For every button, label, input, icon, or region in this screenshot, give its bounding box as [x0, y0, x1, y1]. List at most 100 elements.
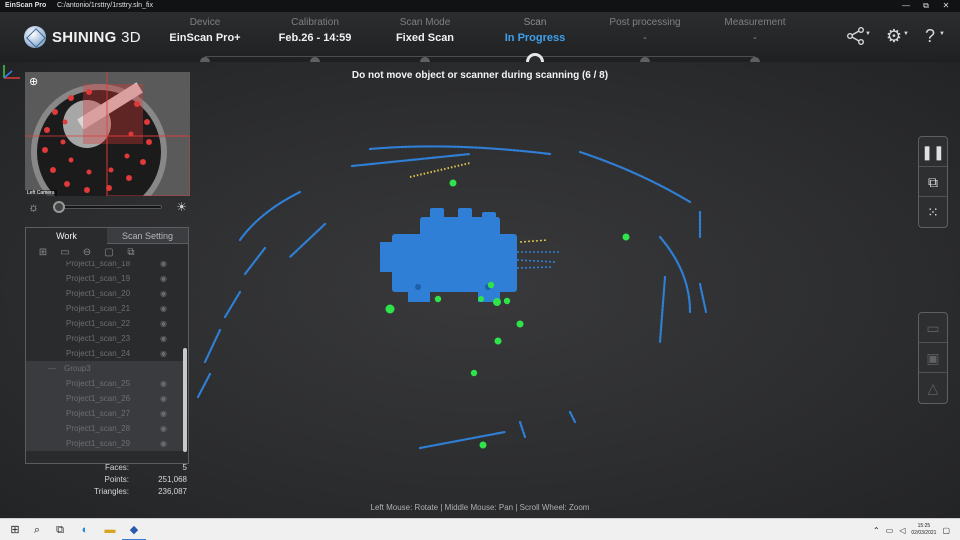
merge-icon[interactable]: ⧉ — [124, 247, 138, 258]
left-camera-preview[interactable]: ⊕ Left Camera — [25, 72, 190, 196]
list-scrollbar[interactable] — [183, 348, 187, 452]
open-folder-icon[interactable]: ▭ — [919, 313, 947, 343]
step-label: Scan Mode — [399, 17, 451, 28]
tab-scan-setting[interactable]: Scan Setting — [107, 228, 188, 244]
eye-icon[interactable]: ◉ — [160, 286, 167, 301]
list-item[interactable]: Project1_scan_28 ◉ — [26, 421, 184, 436]
list-item[interactable]: Project1_scan_25 ◉ — [26, 376, 184, 391]
slider-thumb[interactable] — [53, 201, 65, 213]
network-icon[interactable]: ▭ — [886, 526, 894, 535]
list-item-name: Project1_scan_29 — [66, 439, 131, 448]
step-device[interactable]: Device EinScan Pro+ — [150, 17, 260, 67]
step-scan-mode[interactable]: Scan Mode Fixed Scan — [370, 17, 480, 67]
pause-icon[interactable]: ❚❚ — [919, 137, 947, 167]
share-icon[interactable]: ▼ — [842, 24, 871, 48]
list-item-name: Project1_scan_27 — [66, 409, 131, 418]
list-item[interactable]: Project1_scan_18 ◉ — [26, 261, 184, 271]
step-post-processing[interactable]: Post processing - — [590, 17, 700, 67]
brightness-slider[interactable]: ☼ ☀ — [25, 200, 190, 214]
restore-button[interactable]: ⧉ — [916, 0, 936, 12]
3d-viewport[interactable]: Do not move object or scanner during sca… — [0, 62, 960, 518]
mouse-help-text: Left Mouse: Rotate | Middle Mouse: Pan |… — [370, 503, 590, 512]
volume-icon[interactable]: ◁ — [899, 526, 905, 535]
work-panel: Work Scan Setting ⊞ ▭ ⊖ ▢ ⧉ Project1_sca… — [25, 227, 189, 464]
eye-icon[interactable]: ◉ — [160, 331, 167, 346]
minimize-button[interactable]: — — [896, 0, 916, 12]
list-item[interactable]: Project1_scan_19 ◉ — [26, 271, 184, 286]
list-item-name: Project1_scan_28 — [66, 424, 131, 433]
close-button[interactable]: ✕ — [936, 0, 956, 12]
header: SHINING 3D Device EinScan Pro+ Calibrati… — [0, 12, 960, 71]
point-cloud-icon[interactable]: ⁙ — [919, 197, 947, 227]
eye-icon[interactable]: ◉ — [160, 271, 167, 286]
title-bar: EinScan Pro C:/antonio/1rsttry/1rsttry.s… — [0, 0, 960, 12]
step-scan[interactable]: Scan In Progress — [480, 17, 590, 71]
step-value: EinScan Pro+ — [169, 32, 241, 44]
eye-icon[interactable]: ◉ — [160, 261, 167, 271]
gear-icon[interactable]: ⚙ ▼ — [880, 24, 909, 48]
save-icon[interactable]: ▣ — [919, 343, 947, 373]
logo-text: SHINING — [52, 28, 117, 46]
remove-icon[interactable]: ⊖ — [80, 247, 94, 258]
group-row[interactable]: — Group3 — [26, 361, 184, 376]
list-item-name: Project1_scan_19 — [66, 274, 131, 283]
add-icon[interactable]: ⊞ — [36, 247, 50, 258]
list-item-name: Project1_scan_26 — [66, 394, 131, 403]
help-icon[interactable]: ? ▼ — [916, 24, 945, 48]
panel-toolbar: ⊞ ▭ ⊖ ▢ ⧉ — [26, 244, 188, 260]
mesh-icon[interactable]: △ — [919, 373, 947, 403]
zoom-in-icon[interactable]: ⊕ — [29, 76, 41, 88]
eye-icon[interactable]: ◉ — [160, 301, 167, 316]
eye-icon[interactable]: ◉ — [160, 421, 167, 436]
eye-icon[interactable]: ◉ — [160, 346, 167, 361]
edge-icon[interactable]: ◐ — [73, 519, 97, 540]
list-item[interactable]: Project1_scan_27 ◉ — [26, 406, 184, 421]
open-folder-icon[interactable]: ▭ — [58, 247, 72, 258]
step-calibration[interactable]: Calibration Feb.26 - 14:59 — [260, 17, 370, 67]
folder-icon[interactable]: ▢ — [102, 247, 116, 258]
capture-icon[interactable]: ⧉ — [919, 167, 947, 197]
einscan-taskbar-icon[interactable]: ◆ — [122, 519, 146, 540]
list-item[interactable]: Project1_scan_22 ◉ — [26, 316, 184, 331]
task-view-icon[interactable]: ⧉ — [48, 519, 72, 540]
clock[interactable]: 15:25 02/03/2021 — [911, 523, 936, 537]
windows-start-icon[interactable]: ⊞ — [3, 519, 27, 540]
list-item-name: Project1_scan_20 — [66, 289, 131, 298]
windows-taskbar: ⊞ ⌕ ⧉ ◐ ▬ ◆ ⌃ ▭ ◁ 15:25 02/03/2021 ▢ — [0, 518, 960, 540]
file-explorer-icon[interactable]: ▬ — [98, 519, 122, 540]
system-tray: ⌃ ▭ ◁ 15:25 02/03/2021 ▢ — [873, 519, 950, 540]
list-item[interactable]: Project1_scan_20 ◉ — [26, 286, 184, 301]
eye-icon[interactable]: ◉ — [160, 316, 167, 331]
scan-list[interactable]: Project1_scan_18 ◉ Project1_scan_19 ◉ Proj… — [26, 261, 184, 456]
app-name: EinScan Pro — [5, 2, 47, 9]
eye-icon[interactable]: ◉ — [160, 406, 167, 421]
brightness-high-icon: ☀ — [176, 200, 187, 214]
eye-icon[interactable]: ◉ — [160, 436, 167, 451]
step-measurement[interactable]: Measurement - — [700, 17, 810, 67]
step-value: - — [643, 32, 647, 44]
slider-track[interactable] — [53, 205, 162, 209]
search-icon[interactable]: ⌕ — [25, 519, 49, 540]
triangles-label: Triangles: — [94, 487, 129, 496]
chevron-up-icon[interactable]: ⌃ — [873, 526, 880, 535]
step-label: Calibration — [291, 17, 339, 28]
logo-mark-icon — [24, 26, 46, 48]
list-item[interactable]: Project1_scan_24 ◉ — [26, 346, 184, 361]
mesh-stats: Faces: 5 Points: 251,068 Triangles: 236,087 — [25, 462, 187, 498]
list-item-name: Project1_scan_22 — [66, 319, 131, 328]
eye-icon[interactable]: ◉ — [160, 376, 167, 391]
group-name: Group3 — [64, 364, 91, 373]
list-item[interactable]: Project1_scan_26 ◉ — [26, 391, 184, 406]
faces-label: Faces: — [104, 463, 129, 472]
list-item[interactable]: Project1_scan_23 ◉ — [26, 331, 184, 346]
tab-work[interactable]: Work — [26, 228, 107, 244]
collapse-icon[interactable]: — — [48, 361, 56, 376]
scan-control-toolbar: ❚❚ ⧉ ⁙ — [918, 136, 948, 228]
notification-icon[interactable]: ▢ — [942, 526, 950, 535]
faces-value: 5 — [182, 463, 187, 472]
list-item-name: Project1_scan_25 — [66, 379, 131, 388]
list-item[interactable]: Project1_scan_21 ◉ — [26, 301, 184, 316]
eye-icon[interactable]: ◉ — [160, 391, 167, 406]
step-label: Measurement — [724, 17, 786, 28]
list-item[interactable]: Project1_scan_29 ◉ — [26, 436, 184, 451]
